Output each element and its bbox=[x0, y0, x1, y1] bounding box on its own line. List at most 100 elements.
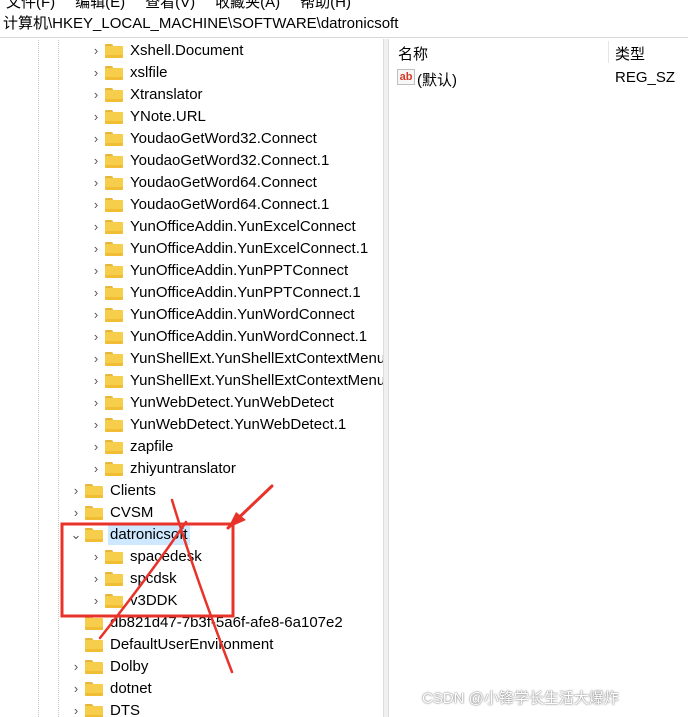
tree-node[interactable]: › zapfile bbox=[0, 436, 383, 458]
tree-node[interactable]: › YunWebDetect.YunWebDetect.1 bbox=[0, 414, 383, 436]
menu-item[interactable]: 查看(V) bbox=[145, 0, 195, 10]
tree-node[interactable]: › YunOfficeAddin.YunExcelConnect.1 bbox=[0, 238, 383, 260]
expand-chevron-icon[interactable]: › bbox=[90, 418, 102, 432]
column-header-type[interactable]: 类型 bbox=[615, 43, 645, 64]
value-name: (默认) bbox=[417, 72, 457, 89]
tree-node-label: YunWebDetect.YunWebDetect bbox=[130, 394, 334, 411]
tree-node-label: YoudaoGetWord32.Connect bbox=[130, 130, 317, 147]
folder-icon bbox=[105, 594, 123, 608]
tree-node[interactable]: › zhiyuntranslator bbox=[0, 458, 383, 480]
tree-node[interactable]: › Xshell.Document bbox=[0, 40, 383, 62]
folder-icon bbox=[85, 528, 103, 542]
expand-chevron-icon[interactable]: › bbox=[70, 506, 82, 520]
tree-node-label: datronicsoft bbox=[108, 525, 190, 545]
expand-chevron-icon[interactable]: › bbox=[90, 352, 102, 366]
expand-chevron-icon[interactable]: › bbox=[90, 176, 102, 190]
tree-node[interactable]: › xslfile bbox=[0, 62, 383, 84]
tree-node[interactable]: › YoudaoGetWord64.Connect.1 bbox=[0, 194, 383, 216]
expand-chevron-icon[interactable]: › bbox=[90, 220, 102, 234]
expand-chevron-icon[interactable]: › bbox=[70, 704, 82, 717]
expand-chevron-icon[interactable]: › bbox=[90, 396, 102, 410]
menu-item[interactable]: 编辑(E) bbox=[75, 0, 125, 10]
tree-node[interactable]: › YunOfficeAddin.YunExcelConnect bbox=[0, 216, 383, 238]
tree-node[interactable]: › YoudaoGetWord32.Connect.1 bbox=[0, 150, 383, 172]
folder-icon bbox=[85, 638, 103, 652]
expand-chevron-icon[interactable]: › bbox=[70, 682, 82, 696]
expand-chevron-icon[interactable]: › bbox=[90, 374, 102, 388]
expand-chevron-icon[interactable]: › bbox=[90, 594, 102, 608]
expand-chevron-icon[interactable]: › bbox=[90, 198, 102, 212]
expand-chevron-icon[interactable]: › bbox=[90, 264, 102, 278]
tree-node-label: dotnet bbox=[110, 680, 152, 697]
expand-chevron-icon[interactable]: › bbox=[90, 132, 102, 146]
expand-chevron-icon[interactable]: › bbox=[90, 242, 102, 256]
tree-node[interactable]: ⌄ datronicsoft bbox=[0, 524, 383, 546]
menu-item[interactable]: 文件(F) bbox=[6, 0, 55, 10]
tree-node[interactable]: › Dolby bbox=[0, 656, 383, 678]
tree-node-label: Clients bbox=[110, 482, 156, 499]
tree-node[interactable]: › YNote.URL bbox=[0, 106, 383, 128]
registry-key-tree[interactable]: › Xshell.Document › xslfile › Xtranslator › YNo… bbox=[0, 40, 383, 717]
folder-icon bbox=[105, 462, 123, 476]
tree-node-label: Dolby bbox=[110, 658, 149, 675]
tree-node[interactable]: › YunShellExt.YunShellExtContextMenu bbox=[0, 348, 383, 370]
tree-node-label: CVSM bbox=[110, 504, 154, 521]
tree-node[interactable]: › YunOfficeAddin.YunPPTConnect.1 bbox=[0, 282, 383, 304]
tree-node-label: Xshell.Document bbox=[130, 42, 244, 59]
tree-node[interactable]: › spcdsk bbox=[0, 568, 383, 590]
tree-node[interactable]: › YoudaoGetWord32.Connect bbox=[0, 128, 383, 150]
tree-node-label: xslfile bbox=[130, 64, 168, 81]
folder-icon bbox=[105, 418, 123, 432]
column-header-name[interactable]: 名称 bbox=[398, 43, 428, 64]
address-path: 计算机\HKEY_LOCAL_MACHINE\SOFTWARE\datronic… bbox=[3, 15, 399, 32]
folder-icon bbox=[85, 616, 103, 630]
tree-node[interactable]: › YunOfficeAddin.YunPPTConnect bbox=[0, 260, 383, 282]
folder-icon bbox=[105, 198, 123, 212]
tree-node-label: YunOfficeAddin.YunExcelConnect bbox=[130, 218, 356, 235]
tree-node[interactable]: DefaultUserEnvironment bbox=[0, 634, 383, 656]
tree-node[interactable]: › dotnet bbox=[0, 678, 383, 700]
tree-node[interactable]: › YoudaoGetWord64.Connect bbox=[0, 172, 383, 194]
tree-node[interactable]: › YunWebDetect.YunWebDetect bbox=[0, 392, 383, 414]
expand-chevron-icon[interactable]: › bbox=[90, 66, 102, 80]
tree-node[interactable]: › YunOfficeAddin.YunWordConnect.1 bbox=[0, 326, 383, 348]
tree-node[interactable]: › spacedesk bbox=[0, 546, 383, 568]
menu-item[interactable]: 帮助(H) bbox=[300, 0, 351, 10]
folder-icon bbox=[105, 396, 123, 410]
collapse-chevron-icon[interactable]: ⌄ bbox=[70, 528, 82, 542]
expand-chevron-icon[interactable]: › bbox=[90, 462, 102, 476]
expand-chevron-icon[interactable]: › bbox=[90, 440, 102, 454]
expand-chevron-icon[interactable]: › bbox=[90, 550, 102, 564]
expand-chevron-icon[interactable]: › bbox=[90, 572, 102, 586]
expand-chevron-icon[interactable]: › bbox=[90, 88, 102, 102]
string-value-icon: ab bbox=[397, 69, 415, 85]
tree-node[interactable]: › YunShellExt.YunShellExtContextMenu.1 bbox=[0, 370, 383, 392]
expand-chevron-icon[interactable]: › bbox=[90, 308, 102, 322]
expand-chevron-icon[interactable]: › bbox=[70, 660, 82, 674]
address-bar[interactable]: 计算机\HKEY_LOCAL_MACHINE\SOFTWARE\datronic… bbox=[0, 11, 688, 38]
tree-node[interactable]: › v3DDK bbox=[0, 590, 383, 612]
folder-icon bbox=[105, 374, 123, 388]
tree-node[interactable]: › YunOfficeAddin.YunWordConnect bbox=[0, 304, 383, 326]
tree-node-label: spacedesk bbox=[130, 548, 202, 565]
folder-icon bbox=[105, 154, 123, 168]
tree-node-label: DefaultUserEnvironment bbox=[110, 636, 274, 653]
expand-chevron-icon[interactable]: › bbox=[90, 110, 102, 124]
expand-chevron-icon[interactable]: › bbox=[90, 286, 102, 300]
tree-node[interactable]: db821d47-7b3f-5a6f-afe8-6a107e2 bbox=[0, 612, 383, 634]
value-row[interactable]: ab (默认) REG_SZ bbox=[389, 67, 688, 89]
column-divider[interactable] bbox=[608, 41, 609, 63]
tree-node[interactable]: › CVSM bbox=[0, 502, 383, 524]
tree-node-label: YoudaoGetWord32.Connect.1 bbox=[130, 152, 330, 169]
folder-icon bbox=[105, 286, 123, 300]
menu-item[interactable]: 收藏夹(A) bbox=[215, 0, 280, 10]
expand-chevron-icon[interactable]: › bbox=[90, 330, 102, 344]
expand-chevron-icon[interactable]: › bbox=[90, 44, 102, 58]
tree-node-label: v3DDK bbox=[130, 592, 178, 609]
folder-icon bbox=[105, 110, 123, 124]
tree-node[interactable]: › Clients bbox=[0, 480, 383, 502]
tree-node[interactable]: › DTS bbox=[0, 700, 383, 717]
expand-chevron-icon[interactable]: › bbox=[90, 154, 102, 168]
tree-node[interactable]: › Xtranslator bbox=[0, 84, 383, 106]
expand-chevron-icon[interactable]: › bbox=[70, 484, 82, 498]
